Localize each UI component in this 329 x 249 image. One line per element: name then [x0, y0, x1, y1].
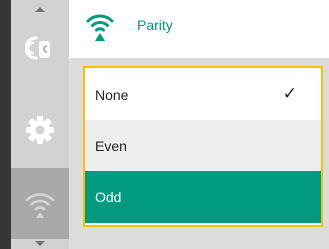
option-label: Odd: [95, 189, 122, 205]
option-label: Even: [95, 137, 127, 154]
sidebar-item-remote[interactable]: [11, 24, 69, 72]
sidebar-item-settings[interactable]: [11, 102, 69, 158]
wireless-signal-icon: [25, 192, 55, 218]
option-none[interactable]: None ✓: [85, 70, 321, 120]
header: Parity: [69, 0, 329, 58]
page-title: Parity: [137, 17, 173, 33]
wireless-signal-icon: [86, 14, 114, 41]
scroll-up-icon[interactable]: [35, 7, 45, 12]
remote-control-icon: [25, 36, 50, 60]
checkmark-icon: ✓: [282, 84, 297, 103]
sidebar: [11, 0, 69, 249]
parity-option-list: None ✓ Even Odd: [83, 66, 323, 227]
option-label: None: [95, 87, 129, 103]
option-even[interactable]: Even: [85, 120, 321, 171]
gear-icon: [26, 116, 54, 144]
left-edge-bar: [0, 0, 11, 249]
option-odd[interactable]: Odd: [85, 171, 321, 223]
scroll-down-icon[interactable]: [35, 241, 45, 246]
sidebar-item-communication[interactable]: [11, 168, 69, 239]
